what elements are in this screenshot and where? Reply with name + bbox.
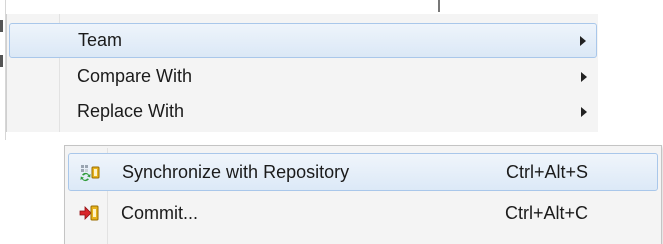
menu-item-label: Compare With xyxy=(77,66,193,86)
separator-tick xyxy=(438,0,440,12)
submenu-arrow-icon xyxy=(581,107,587,117)
menu-item-shortcut: Ctrl+Alt+S xyxy=(506,162,589,182)
menu-item-label: Synchronize with Repository xyxy=(122,162,350,182)
synchronize-icon xyxy=(80,165,100,182)
menu-item-replace-with[interactable]: Replace With xyxy=(9,94,597,129)
submenu-arrow-icon xyxy=(580,36,586,46)
commit-icon xyxy=(79,205,99,221)
menu-item-label: Commit... xyxy=(121,203,199,223)
menu-item-team[interactable]: Team xyxy=(9,23,597,58)
menu-item-shortcut: Ctrl+Alt+C xyxy=(505,203,589,223)
menu-item-compare-with[interactable]: Compare With xyxy=(9,59,597,94)
menu-item-synchronize[interactable]: Synchronize with Repository Ctrl+Alt+S xyxy=(68,153,658,191)
window-edge-mark xyxy=(0,55,3,67)
team-submenu: Synchronize with Repository Ctrl+Alt+S C… xyxy=(64,145,662,244)
menu-item-label: Team xyxy=(78,30,123,50)
screen: Team Compare With Replace With Synchroni… xyxy=(0,0,663,244)
submenu-arrow-icon xyxy=(581,72,587,82)
menu-item-commit[interactable]: Commit... Ctrl+Alt+C xyxy=(68,194,658,232)
context-menu: Team Compare With Replace With xyxy=(6,14,598,132)
menu-item-label: Replace With xyxy=(77,101,185,121)
window-edge-mark xyxy=(0,20,3,32)
